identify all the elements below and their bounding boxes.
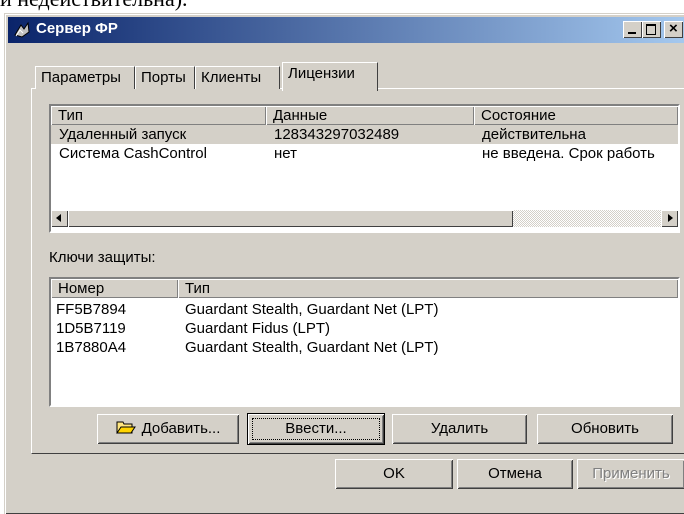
open-folder-icon xyxy=(115,421,136,434)
add-key-label: Добавить... xyxy=(141,420,221,437)
license-state: не введена. Срок работь xyxy=(482,145,655,162)
column-header-state[interactable]: Состояние xyxy=(474,106,678,125)
ok-button[interactable]: OK xyxy=(335,459,453,489)
key-type: Guardant Stealth, Guardant Net (LPT) xyxy=(185,301,439,318)
license-data: нет xyxy=(274,145,297,162)
key-type: Guardant Fidus (LPT) xyxy=(185,320,331,337)
tab-licenses[interactable]: Лицензии xyxy=(282,62,378,91)
tab-clients[interactable]: Клиенты xyxy=(195,66,280,89)
scroll-left-button[interactable] xyxy=(51,210,68,227)
key-row[interactable]: 1D5B7119 Guardant Fidus (LPT) xyxy=(51,319,578,338)
scroll-right-button[interactable] xyxy=(661,210,678,227)
key-type: Guardant Stealth, Guardant Net (LPT) xyxy=(185,339,439,356)
tab-ports[interactable]: Порты xyxy=(135,66,195,89)
licenses-tab-panel: Тип Данные Состояние Удаленный запуск 12… xyxy=(31,88,684,454)
arrow-right-icon xyxy=(668,214,673,222)
column-header-type[interactable]: Тип xyxy=(51,106,266,125)
license-state: действительна xyxy=(482,126,586,143)
close-icon: × xyxy=(669,20,678,37)
column-header-key-type[interactable]: Тип xyxy=(178,279,678,298)
delete-key-button[interactable]: Удалить xyxy=(392,414,527,444)
key-row[interactable]: FF5B7894 Guardant Stealth, Guardant Net … xyxy=(51,300,578,319)
tab-parameters[interactable]: Параметры xyxy=(35,66,135,89)
license-data: 128343297032489 xyxy=(274,126,400,143)
enter-key-button[interactable]: Ввести... xyxy=(247,413,385,445)
cancel-button[interactable]: Отмена xyxy=(457,459,573,489)
app-icon xyxy=(14,21,30,38)
maximize-button[interactable] xyxy=(642,21,661,38)
key-number: 1D5B7119 xyxy=(56,320,126,337)
refresh-keys-button[interactable]: Обновить xyxy=(537,414,673,444)
column-header-number[interactable]: Номер xyxy=(51,279,178,298)
background-document-text: и недействительна). xyxy=(0,0,188,12)
server-dialog: Сервер ФР × Тип Данные Состояние Удаленн… xyxy=(4,13,684,514)
title-bar: Сервер ФР × xyxy=(8,17,684,43)
minimize-button[interactable] xyxy=(623,21,642,38)
protection-keys-list[interactable]: Номер Тип FF5B7894 Guardant Stealth, Gua… xyxy=(49,277,680,407)
key-number: 1B7880A4 xyxy=(56,339,127,356)
license-row[interactable]: Удаленный запуск 128343297032489 действи… xyxy=(51,125,678,144)
licenses-horizontal-scrollbar[interactable] xyxy=(51,210,678,227)
arrow-left-icon xyxy=(56,214,61,222)
close-button[interactable]: × xyxy=(664,20,683,38)
keys-list-header: Номер Тип xyxy=(51,279,678,298)
apply-button[interactable]: Применить xyxy=(577,459,684,489)
key-row[interactable]: 1B7880A4 Guardant Stealth, Guardant Net … xyxy=(51,338,578,357)
license-type: Система CashControl xyxy=(59,145,207,162)
license-type: Удаленный запуск xyxy=(59,126,187,143)
key-number: FF5B7894 xyxy=(56,301,127,318)
license-row[interactable]: Система CashControl нет не введена. Срок… xyxy=(51,144,678,163)
scrollbar-thumb[interactable] xyxy=(68,210,513,227)
licenses-list-header: Тип Данные Состояние xyxy=(51,106,678,125)
protection-keys-label: Ключи защиты: xyxy=(49,249,156,266)
licenses-list[interactable]: Тип Данные Состояние Удаленный запуск 12… xyxy=(49,104,680,233)
scrollbar-track[interactable] xyxy=(513,210,661,227)
column-header-data[interactable]: Данные xyxy=(266,106,474,125)
add-key-button[interactable]: Добавить... xyxy=(97,414,239,444)
window-title: Сервер ФР xyxy=(36,20,118,37)
